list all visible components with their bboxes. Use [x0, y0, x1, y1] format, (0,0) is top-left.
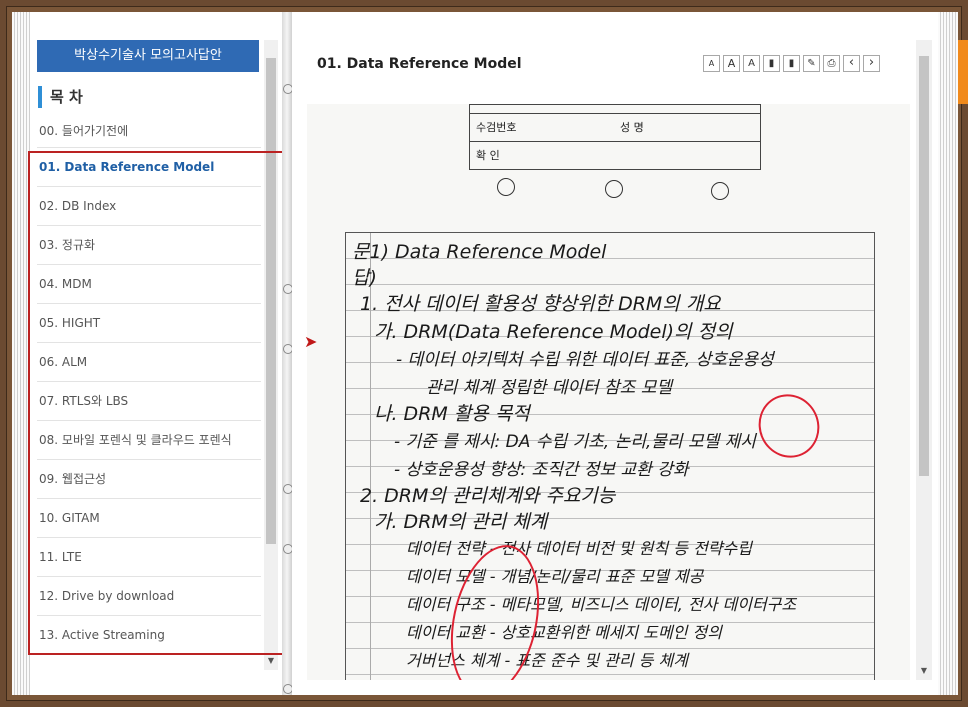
question-line: 문1) Data Reference Model	[352, 241, 607, 263]
punch-hole-icon	[605, 180, 623, 198]
toc-scroll-down-icon[interactable]: ▼	[264, 654, 278, 668]
page-title: 01. Data Reference Model	[317, 56, 522, 72]
answer-line: 1. 전사 데이터 활용성 향상위한 DRM의 개요	[360, 293, 721, 315]
answer-line: 가. DRM의 관리 체계	[374, 511, 548, 533]
answer-line: 거버넌스 체계 - 표준 준수 및 관리 등 체계	[406, 651, 688, 670]
answer-line: 답)	[352, 267, 377, 289]
answer-line: 데이터 전략 - 전사 데이터 비전 및 원칙 등 전략수립	[406, 539, 752, 558]
exam-form-table: 수검번호 성 명 확 인	[469, 104, 761, 170]
bookmark-icon[interactable]: ▮	[763, 55, 780, 72]
book-title-button[interactable]: 박상수기술사 모의고사답안	[37, 40, 259, 72]
answer-line: - 상호운용성 향상: 조직간 정보 교환 강화	[394, 460, 689, 480]
confirm-label: 확 인	[476, 149, 500, 162]
content-scroll-down-icon[interactable]: ▼	[916, 664, 932, 678]
red-arrow-pointer-icon: ➤	[304, 332, 318, 351]
name-label: 성 명	[620, 121, 644, 134]
answer-line: 2. DRM의 관리체계와 주요기능	[360, 485, 616, 507]
answer-line: 가. DRM(Data Reference Model)의 정의	[374, 321, 733, 343]
answer-line: 데이터 모델 - 개념/논리/물리 표준 모델 제공	[406, 567, 704, 586]
answer-line: 나. DRM 활용 목적	[374, 403, 530, 425]
exam-number-label: 수검번호	[476, 121, 517, 134]
next-page-icon[interactable]: ›	[863, 55, 880, 72]
content-scrollbar-thumb[interactable]	[919, 56, 929, 476]
punch-hole-icon	[711, 182, 729, 200]
viewer-toolbar: A A A ▮ ▮ ✎ ⎙ ‹ ›	[703, 55, 880, 73]
print-icon[interactable]: ⎙	[823, 55, 840, 72]
form-row-divider	[470, 141, 760, 142]
answer-line: - 기준 를 제시: DA 수립 기초, 논리,물리 모델 제시	[394, 432, 756, 452]
answer-sheet-image: 수검번호 성 명 확 인 문1) Data Reference Model 답)…	[307, 104, 910, 680]
answer-line: 관리 체계 정립한 데이터 참조 모델	[426, 378, 672, 398]
content-scrollbar[interactable]	[916, 40, 932, 680]
punch-hole-icon	[497, 178, 515, 196]
page-edge-right	[938, 12, 958, 695]
font-size-up-icon[interactable]: A	[723, 55, 740, 72]
memo-icon[interactable]: ✎	[803, 55, 820, 72]
toc-heading: 목 차	[38, 86, 83, 108]
bookmark-list-icon[interactable]: ▮	[783, 55, 800, 72]
form-row-divider	[470, 113, 760, 114]
prev-page-icon[interactable]: ‹	[843, 55, 860, 72]
side-tab[interactable]	[958, 40, 968, 104]
answer-line: - 데이터 아키텍처 수립 위한 데이터 표준, 상호운용성	[396, 350, 774, 370]
toc-item-00[interactable]: 00. 들어가기전에	[37, 112, 261, 148]
font-reset-icon[interactable]: A	[743, 55, 760, 72]
highlight-box	[28, 151, 284, 655]
font-size-down-icon[interactable]: A	[703, 55, 720, 72]
